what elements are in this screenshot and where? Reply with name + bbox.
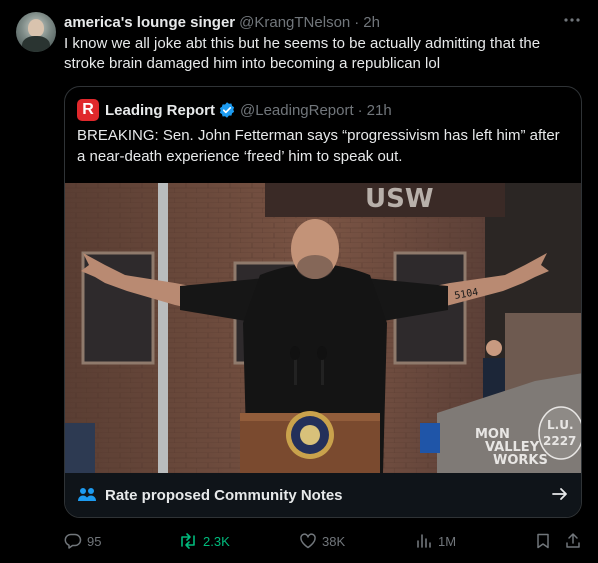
background-sign-text: USW <box>365 184 434 214</box>
like-button[interactable]: 38K <box>299 530 345 552</box>
arrow-right-icon[interactable] <box>551 485 569 503</box>
bookmark-icon <box>537 533 549 549</box>
leading-report-logo: R <box>77 99 99 121</box>
retweet-count: 2.3K <box>203 533 230 549</box>
bookmark-button[interactable] <box>534 530 557 552</box>
reply-count: 95 <box>87 533 102 549</box>
tweet-text: I know we all joke abt this but he seems… <box>64 35 541 72</box>
community-notes-label[interactable]: Rate proposed Community Notes <box>105 487 343 504</box>
quoted-tweet[interactable]: R Leading Report @LeadingReport · 21h BR… <box>64 86 582 518</box>
reply-button[interactable]: 95 <box>64 530 101 552</box>
retweet-button[interactable]: 2.3K <box>178 530 230 552</box>
quote-separator-dot: · <box>357 101 363 119</box>
views-count: 1M <box>438 533 457 549</box>
author-name[interactable]: america's lounge singer <box>64 14 235 31</box>
rock-text-5: 2227 <box>543 434 576 448</box>
heart-icon <box>300 533 316 549</box>
tweet-header: america's lounge singer @KrangTNelson · … <box>64 12 582 32</box>
views-button[interactable]: 1M <box>415 530 456 552</box>
author-handle[interactable]: @KrangTNelson <box>239 14 350 31</box>
quote-author-handle[interactable]: @LeadingReport <box>240 102 354 119</box>
community-notes-bar[interactable]: Rate proposed Community Notes <box>65 473 581 517</box>
rock-text-4: L.U. <box>547 418 574 432</box>
quote-header: R Leading Report @LeadingReport · 21h <box>77 99 392 121</box>
tweet-card[interactable]: america's lounge singer @KrangTNelson · … <box>0 0 598 563</box>
quote-photo[interactable]: USW MON VALLEY WORKS L.U. 2227 5104 <box>65 183 581 473</box>
like-count: 38K <box>322 533 346 549</box>
quote-author-name[interactable]: Leading Report <box>105 102 215 119</box>
action-bar: 95 2.3K 38K 1M <box>64 530 584 552</box>
more-dots-icon[interactable] <box>562 10 582 30</box>
verified-badge-icon <box>219 102 235 118</box>
share-icon <box>566 533 580 548</box>
rock-text-3: WORKS <box>493 453 548 468</box>
people-icon <box>78 488 96 501</box>
share-button[interactable] <box>564 530 587 552</box>
quote-time[interactable]: 21h <box>367 102 392 119</box>
quote-text: BREAKING: Sen. John Fetterman says “prog… <box>77 127 560 165</box>
avatar[interactable] <box>16 12 56 52</box>
views-chart-icon <box>417 534 431 548</box>
retweet-icon <box>181 533 195 549</box>
separator-dot: · <box>354 13 360 31</box>
tweet-time[interactable]: 2h <box>363 14 380 31</box>
reply-icon <box>64 533 82 549</box>
